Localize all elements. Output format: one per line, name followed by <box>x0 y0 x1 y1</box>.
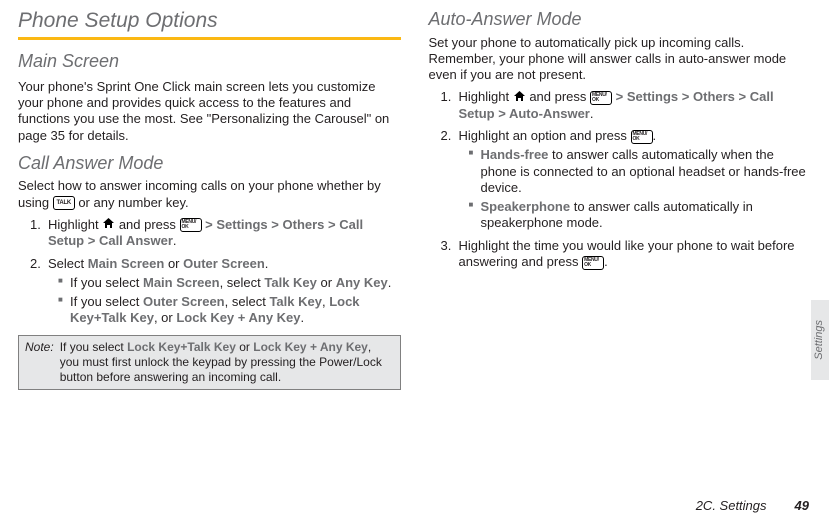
auto-answer-paragraph: Set your phone to automatically pick up … <box>429 35 812 84</box>
home-icon <box>102 217 115 233</box>
auto-option-speakerphone: Speakerphone to answer calls automatical… <box>481 199 812 232</box>
page-footer: 2C. Settings 49 <box>696 498 809 514</box>
left-column: Phone Setup Options Main Screen Your pho… <box>18 8 401 390</box>
call-answer-steps: 1. Highlight and press MENU/ OK > Settin… <box>18 217 401 327</box>
step-2: 2. Select Main Screen or Outer Screen. I… <box>34 256 401 327</box>
menu-ok-icon: MENU/ OK <box>590 91 612 105</box>
step-2-option-main: If you select Main Screen, select Talk K… <box>70 275 401 291</box>
step-2-options: If you select Main Screen, select Talk K… <box>48 275 401 327</box>
main-screen-paragraph: Your phone's Sprint One Click main scree… <box>18 79 401 144</box>
right-column: Auto-Answer Mode Set your phone to autom… <box>429 8 812 390</box>
auto-option-handsfree: Hands-free to answer calls automatically… <box>481 147 812 196</box>
phone-setup-heading: Phone Setup Options <box>18 8 401 34</box>
auto-answer-steps: 1. Highlight and press MENU/ OK > Settin… <box>429 89 812 270</box>
auto-step-2-options: Hands-free to answer calls automatically… <box>459 147 812 231</box>
step-2-option-outer: If you select Outer Screen, select Talk … <box>70 294 401 327</box>
auto-answer-heading: Auto-Answer Mode <box>429 8 812 31</box>
menu-ok-icon: MENU/ OK <box>631 130 653 144</box>
home-icon <box>513 90 526 106</box>
auto-step-3: 3. Highlight the time you would like you… <box>445 238 812 271</box>
auto-step-2: 2. Highlight an option and press MENU/ O… <box>445 128 812 232</box>
main-screen-heading: Main Screen <box>18 50 401 73</box>
menu-ok-icon: MENU/ OK <box>582 256 604 270</box>
footer-section: 2C. Settings <box>696 498 767 514</box>
side-tab-label: Settings <box>813 320 827 360</box>
talk-icon: TALK <box>53 196 75 210</box>
note-label: Note: <box>25 340 54 385</box>
auto-step-1: 1. Highlight and press MENU/ OK > Settin… <box>445 89 812 122</box>
side-tab: Settings <box>811 300 829 380</box>
footer-page-number: 49 <box>795 498 809 514</box>
note-box: Note: If you select Lock Key+Talk Key or… <box>18 335 401 390</box>
note-text: If you select Lock Key+Talk Key or Lock … <box>60 340 394 385</box>
heading-underline <box>18 37 401 40</box>
call-answer-paragraph: Select how to answer incoming calls on y… <box>18 178 401 211</box>
step-1: 1. Highlight and press MENU/ OK > Settin… <box>34 217 401 250</box>
call-answer-heading: Call Answer Mode <box>18 152 401 175</box>
menu-ok-icon: MENU/ OK <box>180 218 202 232</box>
